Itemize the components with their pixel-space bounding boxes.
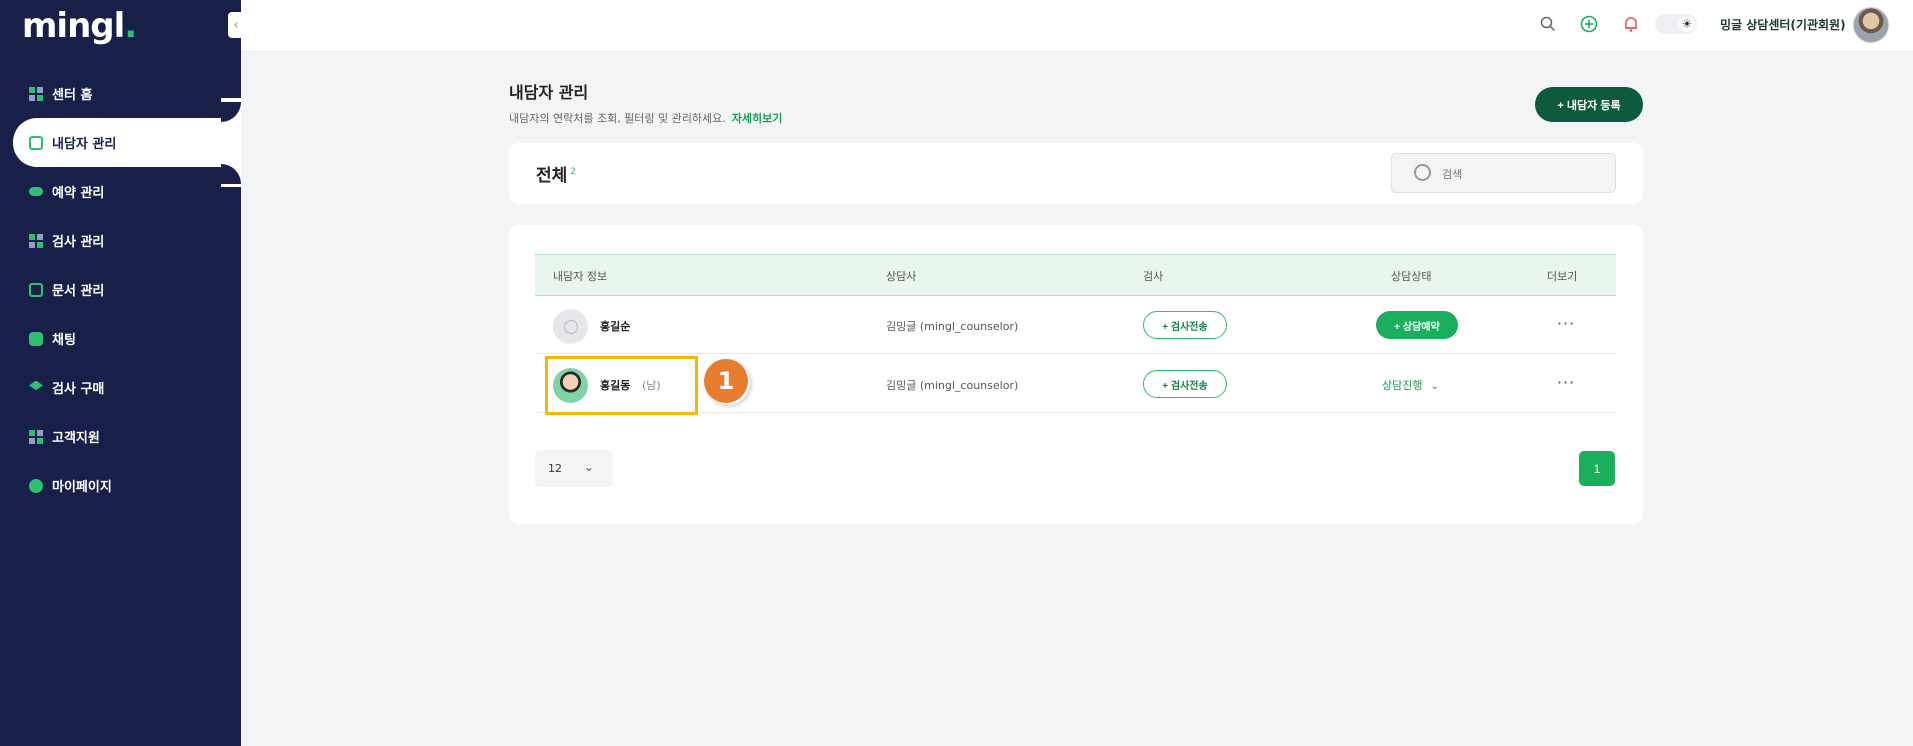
send-test-button[interactable]: + 검사전송: [1143, 370, 1227, 398]
sidebar-item-label: 채팅: [52, 333, 76, 348]
document-icon: [29, 282, 43, 297]
sidebar-item-label: 검사 관리: [52, 235, 105, 250]
sun-icon: ☀: [1679, 16, 1695, 32]
more-icon[interactable]: ···: [1557, 373, 1575, 392]
sidebar-item-test-purchase[interactable]: 검사 구매: [0, 363, 241, 412]
sidebar-item-center-home[interactable]: 센터 홈: [0, 69, 241, 118]
grid-icon: [29, 86, 43, 101]
column-header: 검사: [1143, 270, 1164, 283]
avatar[interactable]: [1853, 7, 1889, 43]
register-client-button[interactable]: + 내담자 등록: [1535, 87, 1643, 122]
sidebar-item-test-management[interactable]: 검사 관리: [0, 216, 241, 265]
sidebar-item-chat[interactable]: 채팅: [0, 314, 241, 363]
bell-icon[interactable]: [1621, 14, 1641, 34]
sidebar: mingl. 센터 홈 내담자 관리 예약 관리 검사 관리 문서 관리 채팅 …: [0, 0, 241, 746]
table-row[interactable]: 홍길순 김밍글 (mingl_counselor) + 검사전송 + 상담예약 …: [535, 296, 1616, 354]
person-icon: [29, 478, 43, 493]
grid-icon: [29, 233, 43, 248]
page-description: 내담자의 연락처를 조회, 필터링 및 관리하세요. 자세히보기: [509, 112, 783, 125]
filter-title: 전체 2: [536, 166, 577, 186]
user-card-icon: [29, 135, 43, 150]
filter-count: 2: [570, 167, 577, 178]
chat-icon: [29, 331, 43, 346]
sidebar-nav: 센터 홈 내담자 관리 예약 관리 검사 관리 문서 관리 채팅 검사 구매 고…: [0, 69, 241, 510]
avatar: [553, 309, 588, 344]
logo[interactable]: mingl.: [22, 6, 137, 46]
page-title: 내담자 관리: [509, 83, 589, 102]
detail-link[interactable]: 자세히보기: [732, 112, 783, 125]
grid-icon: [29, 429, 43, 444]
search-input[interactable]: [1442, 163, 1602, 185]
sidebar-item-client-management[interactable]: 내담자 관리: [13, 98, 241, 187]
sidebar-item-label: 내담자 관리: [52, 137, 117, 152]
counselor-name: 김밍글 (mingl_counselor): [886, 379, 1019, 392]
column-header: 내담자 정보: [553, 270, 608, 283]
highlight-box: [545, 356, 698, 415]
sidebar-item-label: 검사 구매: [52, 382, 105, 397]
theme-toggle[interactable]: ☀: [1655, 14, 1697, 34]
user-name[interactable]: 밍글 상담센터(기관회원): [1720, 16, 1846, 33]
table-header: 내담자 정보 상담사 검사 상담상태 더보기: [535, 254, 1616, 296]
column-header: 더보기: [1547, 270, 1578, 283]
step-badge: 1: [704, 359, 748, 403]
sidebar-item-label: 센터 홈: [52, 88, 93, 103]
chevron-down-icon: ⌄: [584, 460, 595, 474]
add-circle-icon[interactable]: [1579, 14, 1599, 34]
column-header: 상담사: [886, 270, 917, 283]
search-icon[interactable]: [1538, 14, 1558, 34]
send-test-button[interactable]: + 검사전송: [1143, 311, 1227, 339]
sidebar-item-support[interactable]: 고객지원: [0, 412, 241, 461]
client-name[interactable]: 홍길순: [600, 318, 630, 334]
sidebar-item-label: 마이페이지: [52, 480, 112, 495]
sidebar-item-mypage[interactable]: 마이페이지: [0, 461, 241, 510]
sidebar-item-document[interactable]: 문서 관리: [0, 265, 241, 314]
sidebar-item-label: 예약 관리: [52, 186, 105, 201]
page-button[interactable]: 1: [1579, 451, 1615, 486]
search-box[interactable]: [1391, 153, 1616, 193]
chevron-down-icon: ⌄: [1430, 381, 1439, 392]
top-header: ☀ 밍글 상담센터(기관회원): [241, 0, 1913, 52]
per-page-select[interactable]: 12 ⌄: [535, 450, 613, 487]
chevron-left-icon: ‹: [233, 17, 239, 33]
more-icon[interactable]: ···: [1557, 314, 1575, 333]
status-dropdown[interactable]: 상담진행 ⌄: [1382, 377, 1439, 393]
column-header: 상담상태: [1391, 270, 1432, 283]
sidebar-item-label: 고객지원: [52, 431, 100, 446]
toggle-icon: [29, 187, 43, 196]
sidebar-item-reservation[interactable]: 예약 관리: [0, 167, 241, 216]
sidebar-item-label: 문서 관리: [52, 284, 105, 299]
graduation-cap-icon: [29, 380, 43, 391]
filter-card: 전체 2: [509, 143, 1643, 204]
counselor-name: 김밍글 (mingl_counselor): [886, 320, 1019, 333]
book-counseling-button[interactable]: + 상담예약: [1376, 311, 1458, 339]
search-icon: [1414, 164, 1431, 181]
